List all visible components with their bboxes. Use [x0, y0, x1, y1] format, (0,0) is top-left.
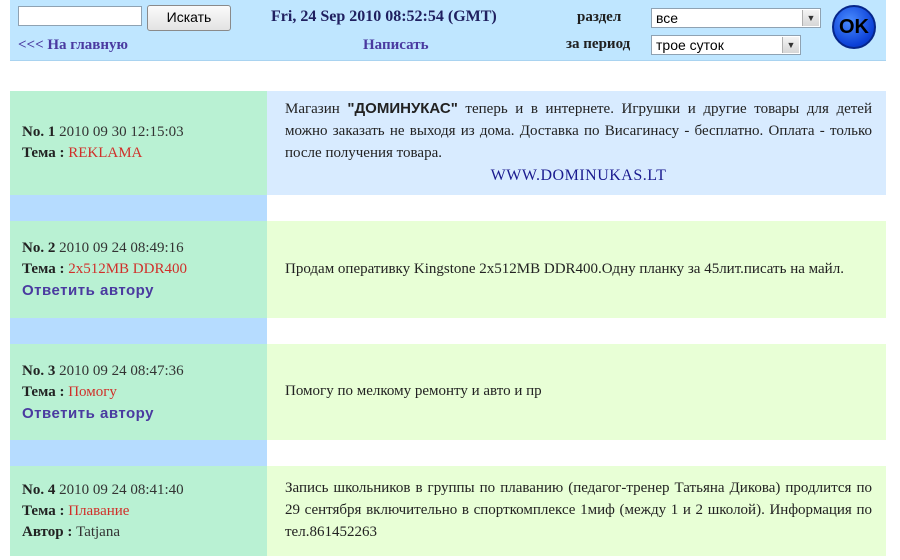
write-post-link[interactable]: Написать	[363, 37, 429, 54]
reply-to-author-link[interactable]: Ответить автору	[22, 280, 255, 301]
chevron-down-icon: ▼	[802, 10, 819, 26]
list-item: No. 4 2010 09 24 08:41:40 Тема : Плавани…	[10, 466, 886, 556]
post-text: Магазин "ДОМИНУКАС" теперь и в интернете…	[285, 98, 872, 164]
post-number: No. 1	[22, 124, 56, 140]
section-select[interactable]: все ▼	[651, 8, 821, 28]
post-date: 2010 09 24 08:49:16	[59, 240, 184, 256]
post-header: No. 4 2010 09 24 08:41:40	[22, 480, 255, 501]
post-header: No. 1 2010 09 30 12:15:03	[22, 122, 255, 143]
topic-label: Тема :	[22, 145, 65, 161]
post-author-row: Автор : Tatjana	[22, 522, 255, 543]
post-meta: No. 1 2010 09 30 12:15:03 Тема : REKLAMA	[10, 91, 267, 195]
period-select-value: трое суток	[656, 37, 724, 53]
post-topic: REKLAMA	[68, 145, 143, 161]
post-date: 2010 09 24 08:47:36	[59, 362, 184, 379]
post-date: 2010 09 30 12:15:03	[59, 124, 184, 140]
post-topic: Плавание	[68, 502, 130, 519]
reply-to-author-link[interactable]: Ответить автору	[22, 403, 255, 424]
post-meta: No. 3 2010 09 24 08:47:36 Тема : Помогу …	[10, 344, 267, 440]
shop-name: "ДОМИНУКАС"	[347, 99, 458, 117]
post-topic-row: Тема : REKLAMA	[22, 143, 255, 164]
ok-button[interactable]: OK	[832, 5, 876, 49]
post-topic-row: Тема : 2x512MB DDR400	[22, 259, 255, 280]
post-meta: No. 2 2010 09 24 08:49:16 Тема : 2x512MB…	[10, 221, 267, 318]
topic-label: Тема :	[22, 502, 65, 519]
divider-right	[267, 440, 886, 466]
divider-right	[267, 318, 886, 344]
home-link[interactable]: <<< На главную	[18, 37, 128, 54]
search-button[interactable]: Искать	[147, 5, 231, 31]
post-number: No. 4	[22, 481, 56, 498]
post-topic: 2x512MB DDR400	[68, 261, 187, 277]
post-date: 2010 09 24 08:41:40	[59, 481, 184, 498]
post-meta: No. 4 2010 09 24 08:41:40 Тема : Плавани…	[10, 466, 267, 556]
post-body: Запись школьников в группы по плаванию (…	[267, 466, 886, 556]
search-input[interactable]	[18, 6, 142, 26]
post-body: Магазин "ДОМИНУКАС" теперь и в интернете…	[267, 91, 886, 195]
post-number: No. 3	[22, 362, 56, 379]
post-body: Продам оперативку Kingstone 2x512MB DDR4…	[267, 221, 886, 318]
post-body: Помогу по мелкому ремонту и авто и пр	[267, 344, 886, 440]
post-number: No. 2	[22, 240, 56, 256]
author-label: Автор :	[22, 523, 73, 540]
row-divider	[10, 318, 886, 344]
post-text-part: Магазин	[285, 100, 348, 117]
post-header: No. 3 2010 09 24 08:47:36	[22, 361, 255, 382]
post-topic-row: Тема : Плавание	[22, 501, 255, 522]
list-item: No. 1 2010 09 30 12:15:03 Тема : REKLAMA…	[10, 91, 886, 195]
divider-left	[10, 195, 267, 221]
shop-website-link[interactable]: WWW.DOMINUKAS.LT	[285, 165, 872, 187]
post-topic: Помогу	[68, 383, 117, 400]
post-header: No. 2 2010 09 24 08:49:16	[22, 238, 255, 259]
list-item: No. 2 2010 09 24 08:49:16 Тема : 2x512MB…	[10, 221, 886, 318]
row-divider	[10, 440, 886, 466]
section-label: раздел	[577, 9, 622, 25]
post-text: Продам оперативку Kingstone 2x512MB DDR4…	[285, 260, 844, 277]
topic-label: Тема :	[22, 383, 65, 400]
post-author: Tatjana	[76, 523, 121, 540]
row-divider	[10, 195, 886, 221]
post-list: No. 1 2010 09 30 12:15:03 Тема : REKLAMA…	[10, 91, 886, 556]
divider-left	[10, 318, 267, 344]
section-select-value: все	[656, 10, 679, 26]
post-topic-row: Тема : Помогу	[22, 382, 255, 403]
post-text: Помогу по мелкому ремонту и авто и пр	[285, 383, 542, 399]
topic-label: Тема :	[22, 261, 65, 277]
top-toolbar: Искать <<< На главную Fri, 24 Sep 2010 0…	[10, 0, 886, 61]
divider-left	[10, 440, 267, 466]
period-label: за период	[566, 36, 631, 52]
chevron-down-icon: ▼	[782, 37, 799, 53]
current-datetime: Fri, 24 Sep 2010 08:52:54 (GMT)	[271, 8, 497, 25]
divider-right	[267, 195, 886, 221]
post-text: Запись школьников в группы по плаванию (…	[285, 480, 872, 540]
period-select[interactable]: трое суток ▼	[651, 35, 801, 55]
list-item: No. 3 2010 09 24 08:47:36 Тема : Помогу …	[10, 344, 886, 440]
